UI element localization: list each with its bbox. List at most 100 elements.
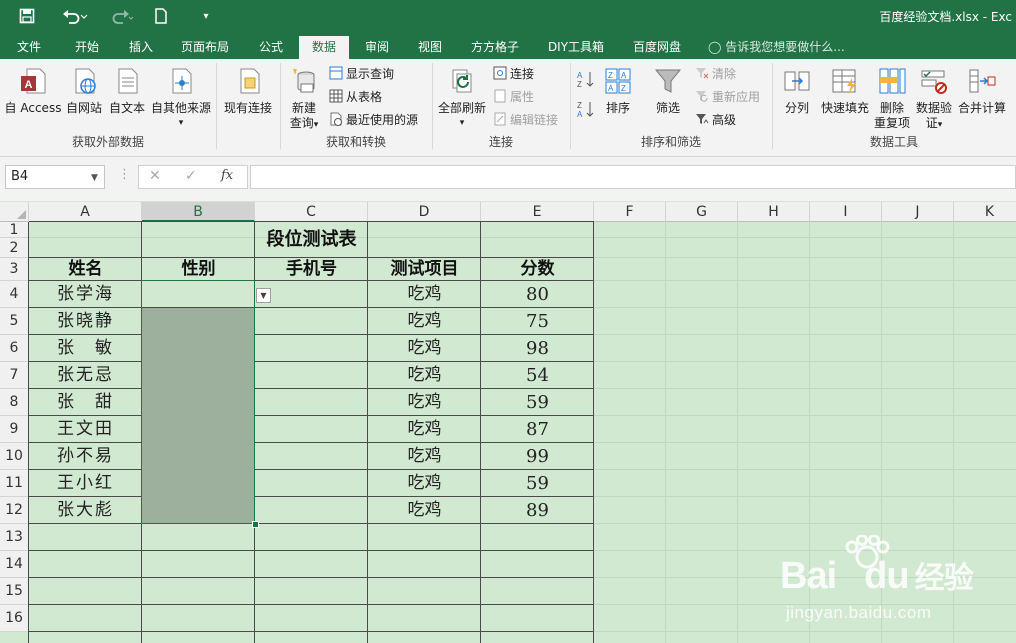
tab-home[interactable]: 开始 [64, 36, 110, 59]
cell-score[interactable]: 54 [481, 362, 594, 389]
tab-page-layout[interactable]: 页面布局 [172, 36, 238, 59]
cell-test-item[interactable]: 吃鸡 [368, 362, 481, 389]
formula-input[interactable] [250, 165, 1016, 189]
cell-phone[interactable] [255, 308, 368, 335]
row-header-15[interactable]: 15 [0, 578, 29, 605]
header-test-item[interactable]: 测试项目 [368, 258, 481, 281]
header-name[interactable]: 姓名 [29, 258, 142, 281]
row-header-12[interactable]: 12 [0, 497, 29, 524]
column-header-d[interactable]: D [368, 202, 481, 222]
filter-button[interactable]: 筛选 [648, 65, 688, 116]
from-table-button[interactable]: 从表格 [328, 86, 382, 106]
cell-test-item[interactable]: 吃鸡 [368, 416, 481, 443]
save-icon[interactable] [14, 5, 40, 27]
consolidate-button[interactable]: 合并计算 [954, 65, 1010, 116]
new-query-button[interactable]: 新建 查询▾ [284, 65, 324, 133]
cell-name[interactable]: 张晓静 [29, 308, 142, 335]
cancel-icon[interactable]: ✕ [149, 168, 161, 184]
cell-test-item[interactable]: 吃鸡 [368, 308, 481, 335]
column-header-f[interactable]: F [594, 202, 666, 222]
cell-score[interactable]: 75 [481, 308, 594, 335]
cell-name[interactable]: 张 敏 [29, 335, 142, 362]
cell-phone[interactable] [255, 497, 368, 524]
enter-icon[interactable]: ✓ [185, 168, 197, 184]
cell-score[interactable]: 98 [481, 335, 594, 362]
cell-test-item[interactable]: 吃鸡 [368, 497, 481, 524]
row-header-16[interactable]: 16 [0, 605, 29, 632]
sort-button[interactable]: ZAAZ 排序 [600, 65, 636, 116]
cell-score[interactable]: 59 [481, 389, 594, 416]
cell-name[interactable]: 张 甜 [29, 389, 142, 416]
cell-name[interactable]: 张学海 [29, 281, 142, 308]
connections-button[interactable]: 连接 [492, 63, 534, 83]
column-header-a[interactable]: A [29, 202, 142, 222]
tab-diy-toolbox[interactable]: DIY工具箱 [540, 36, 612, 59]
tab-baidu-netdisk[interactable]: 百度网盘 [624, 36, 690, 59]
from-other-sources-button[interactable]: 自其他来源 ▾ [148, 65, 214, 131]
edit-links-button[interactable]: 编辑链接 [492, 109, 558, 129]
cell-phone[interactable] [255, 281, 368, 308]
cell-name[interactable]: 孙不易 [29, 443, 142, 470]
cell-gender[interactable] [142, 443, 255, 470]
row-header-9[interactable]: 9 [0, 416, 29, 443]
cell-gender[interactable] [142, 281, 255, 308]
tab-review[interactable]: 审阅 [354, 36, 400, 59]
row-header-3[interactable]: 3 [0, 258, 29, 281]
new-file-icon[interactable] [150, 5, 172, 27]
from-access-button[interactable]: A 自 Access [2, 65, 64, 116]
cell-phone[interactable] [255, 335, 368, 362]
row-header-5[interactable]: 5 [0, 308, 29, 335]
from-web-button[interactable]: 自网站 [62, 65, 106, 116]
cell-name[interactable]: 张大彪 [29, 497, 142, 524]
cell-test-item[interactable]: 吃鸡 [368, 470, 481, 497]
column-header-c[interactable]: C [255, 202, 368, 222]
cell-test-item[interactable]: 吃鸡 [368, 335, 481, 362]
cell-test-item[interactable]: 吃鸡 [368, 281, 481, 308]
redo-icon[interactable] [104, 5, 138, 27]
tab-formulas[interactable]: 公式 [248, 36, 294, 59]
undo-icon[interactable] [58, 5, 92, 27]
cell-score[interactable]: 87 [481, 416, 594, 443]
advanced-filter-button[interactable]: 高级 [694, 109, 736, 129]
table-title[interactable]: 段位测试表 [29, 222, 594, 258]
flash-fill-button[interactable]: 快速填充 [818, 65, 872, 116]
data-validation-button[interactable]: 数据验 证▾ [914, 65, 954, 133]
cell-gender[interactable] [142, 308, 255, 335]
cell-score[interactable]: 80 [481, 281, 594, 308]
cell-gender[interactable] [142, 416, 255, 443]
cell-score[interactable]: 99 [481, 443, 594, 470]
sort-za-button[interactable]: ZA [576, 99, 599, 119]
recent-sources-button[interactable]: 最近使用的源 [328, 109, 418, 129]
column-header-i[interactable]: I [810, 202, 882, 222]
remove-duplicates-button[interactable]: 删除 重复项 [872, 65, 912, 131]
name-box-dropdown-icon[interactable]: ▼ [91, 173, 98, 183]
column-header-e[interactable]: E [481, 202, 594, 222]
header-score[interactable]: 分数 [481, 258, 594, 281]
column-header-b[interactable]: B [142, 202, 255, 222]
worksheet-grid[interactable]: A B C D E F G H I J K 1 2 3 4 5 6 7 8 9 10 11 12 13 14 15 16 段位测试表姓… [0, 202, 1016, 643]
cell-gender[interactable] [142, 497, 255, 524]
dropdown-arrow-icon[interactable]: ▼ [256, 288, 271, 303]
tab-insert[interactable]: 插入 [118, 36, 164, 59]
clear-filter-button[interactable]: 清除 [694, 63, 736, 83]
cell-gender[interactable] [142, 362, 255, 389]
cell-test-item[interactable]: 吃鸡 [368, 443, 481, 470]
row-header-10[interactable]: 10 [0, 443, 29, 470]
properties-button[interactable]: 属性 [492, 86, 534, 106]
refresh-all-button[interactable]: 全部刷新 ▾ [436, 65, 488, 131]
show-queries-button[interactable]: 显示查询 [328, 63, 394, 83]
name-box[interactable]: B4 [5, 165, 105, 189]
cell-name[interactable]: 张无忌 [29, 362, 142, 389]
cell-score[interactable]: 59 [481, 470, 594, 497]
row-header-4[interactable]: 4 [0, 281, 29, 308]
row-header-6[interactable]: 6 [0, 335, 29, 362]
row-header-11[interactable]: 11 [0, 470, 29, 497]
column-header-k[interactable]: K [954, 202, 1016, 222]
header-gender[interactable]: 性别 [142, 258, 255, 281]
cell-phone[interactable] [255, 362, 368, 389]
cell-phone[interactable] [255, 443, 368, 470]
row-header-2[interactable]: 2 [0, 238, 29, 258]
row-header-8[interactable]: 8 [0, 389, 29, 416]
cell-phone[interactable] [255, 416, 368, 443]
row-header-7[interactable]: 7 [0, 362, 29, 389]
